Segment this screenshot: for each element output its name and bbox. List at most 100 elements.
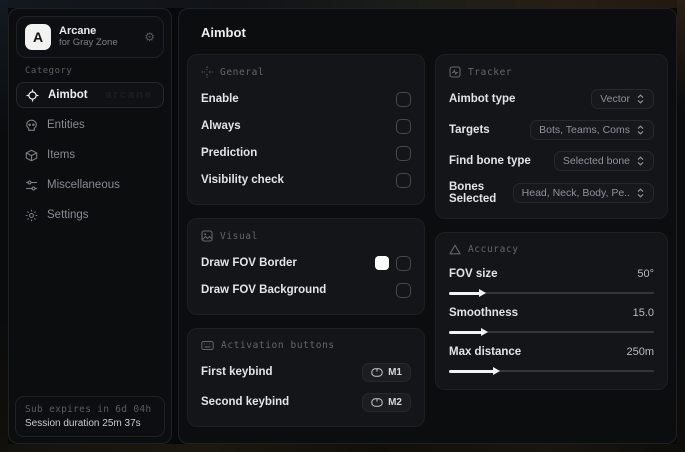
setting-label: Find bone type [448,155,531,167]
sidebar-item-label: Settings [47,209,89,221]
aimbot-type-dropdown[interactable]: Vector [591,89,654,109]
draw-fov-border-checkbox[interactable] [395,255,411,271]
sidebar-item-items[interactable]: Items [16,142,164,168]
chevrons-up-down-icon [637,188,644,198]
keybind-value: M1 [388,366,402,378]
fov-size-slider[interactable] [448,288,654,298]
setting-label: Max distance [448,346,522,358]
first-keybind-button[interactable]: M1 [362,362,411,382]
setting-row-find-bone-type: Find bone type Selected bone [449,150,654,172]
game-backdrop-top [0,0,685,8]
find-bone-type-dropdown[interactable]: Selected bone [553,151,654,171]
triangle-icon [449,244,461,255]
sidebar-item-label: Entities [47,119,85,131]
setting-row-enable: Enable [201,88,411,110]
sidebar-item-miscellaneous[interactable]: Miscellaneous [16,172,164,198]
page-title: Aimbot [201,25,246,40]
setting-row-draw-fov-background: Draw FOV Background [201,279,411,301]
app-header: A Arcane for Gray Zone ⚙ [16,16,164,58]
game-backdrop-left [0,0,8,452]
slider-fill [448,330,482,334]
slider-thumb[interactable] [478,289,486,297]
smoothness-value: 15.0 [632,307,654,319]
slider-fill [448,291,480,295]
slider-thumb[interactable] [493,367,501,375]
smoothness-group: Smoothness 15.0 [448,304,654,337]
package-icon [25,149,38,161]
fov-border-color-swatch[interactable] [374,256,389,270]
visual-card-title: Visual [220,230,258,242]
draw-fov-background-checkbox[interactable] [395,282,411,298]
app-titles: Arcane for Gray Zone [59,25,136,49]
sidebar-item-entities[interactable]: Entities [16,112,164,138]
max-distance-slider[interactable] [448,366,654,376]
game-backdrop-right [677,0,685,452]
activation-buttons-card: Activation buttons First keybind M1 Seco… [187,328,425,427]
sidebar-item-label: Miscellaneous [47,179,120,191]
session-duration-text: Session duration 25m 37s [25,418,141,429]
enable-checkbox[interactable] [395,91,411,107]
accuracy-card: Accuracy FOV size 50° Smoothness 15.0 Ma… [434,232,668,390]
watermark: arcane [106,89,153,101]
setting-label: FOV size [448,268,498,280]
app-name: Arcane [59,25,97,38]
prediction-checkbox[interactable] [395,145,411,161]
mouse-icon [371,397,383,407]
setting-label: Aimbot type [448,93,516,105]
setting-label: Smoothness [448,307,518,319]
setting-row-aimbot-type: Aimbot type Vector [449,88,654,110]
sidebar-item-aimbot[interactable]: Aimbot arcane [16,82,164,108]
second-keybind-button[interactable]: M2 [362,392,411,412]
chevrons-up-down-icon [637,94,644,104]
setting-row-prediction: Prediction [201,142,411,164]
setting-row-second-keybind: Second keybind M2 [201,391,411,413]
sidebar: A Arcane for Gray Zone ⚙ Category Aimbot… [8,8,172,444]
gear-icon[interactable]: ⚙ [144,30,155,44]
bones-selected-dropdown[interactable]: Head, Neck, Body, Pe.. [512,183,654,203]
sidebar-item-settings[interactable]: Settings [16,202,164,228]
activity-icon [449,66,461,78]
activation-card-title: Activation buttons [221,340,335,351]
gear-icon [25,209,38,221]
keybind-value: M2 [388,396,402,408]
sidebar-nav: Aimbot arcane Entities Items Miscellaneo… [9,82,171,228]
smoothness-slider[interactable] [448,327,654,337]
setting-label: Draw FOV Background [201,284,327,296]
setting-label: Prediction [201,147,258,159]
always-checkbox[interactable] [395,118,411,134]
targets-dropdown[interactable]: Bots, Teams, Coms [530,120,654,140]
subscription-footer: Sub expires in 6d 04h Session duration 2… [15,396,165,437]
crosshair-dotted-icon [201,66,213,78]
chevrons-up-down-icon [637,156,644,166]
setting-label: Second keybind [201,396,290,408]
fov-size-group: FOV size 50° [448,265,654,298]
slider-thumb[interactable] [480,328,488,336]
dropdown-value: Head, Neck, Body, Pe.. [521,187,630,199]
max-distance-group: Max distance 250m [448,343,654,376]
setting-label: Targets [448,124,490,136]
chevrons-up-down-icon [637,125,644,135]
tracker-card: Tracker Aimbot type Vector Targets Bots,… [434,54,668,219]
slider-fill [448,369,495,373]
setting-row-targets: Targets Bots, Teams, Coms [449,119,654,141]
sub-expires-text: Sub expires in 6d 04h [25,404,152,415]
setting-label: Enable [201,93,239,105]
app-logo-letter: A [32,29,44,45]
app-subtitle: for Gray Zone [59,36,118,48]
setting-row-first-keybind: First keybind M1 [201,361,411,383]
game-backdrop-bottom [0,444,685,452]
visibility-check-checkbox[interactable] [395,172,411,188]
mouse-icon [371,367,383,377]
general-card: General Enable Always Prediction Visibil… [187,54,425,205]
visual-card: Visual Draw FOV Border Draw FOV Backgrou… [187,218,425,315]
tracker-card-title: Tracker [467,66,513,78]
setting-label: First keybind [201,366,273,378]
crosshair-icon [26,89,39,101]
main-panel: Aimbot General Enable Always Prediction … [178,8,677,444]
right-column: Tracker Aimbot type Vector Targets Bots,… [434,54,668,427]
setting-label: Draw FOV Border [201,257,297,269]
sidebar-item-label: Aimbot [48,89,88,101]
dropdown-value: Vector [600,93,630,105]
sidebar-item-label: Items [47,149,76,161]
keyboard-icon [201,341,214,350]
